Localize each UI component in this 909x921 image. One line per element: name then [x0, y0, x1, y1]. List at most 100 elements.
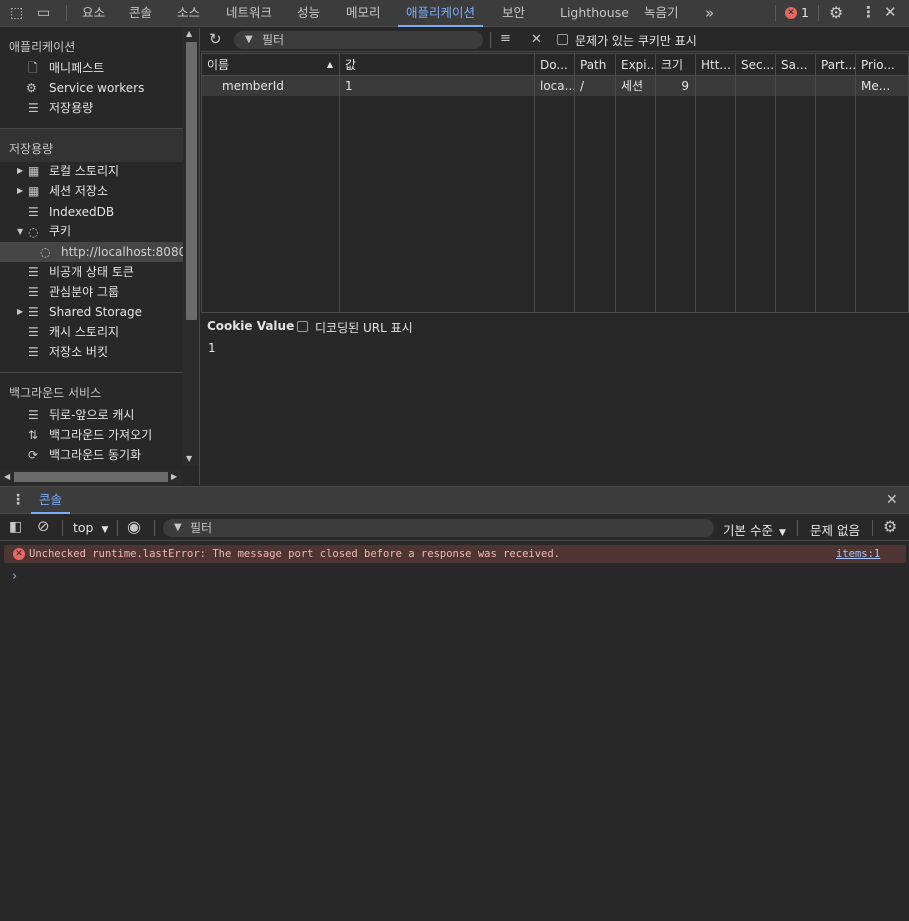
error-source-link[interactable]: items:1 [836, 545, 880, 563]
cell-expires[interactable]: 세션 [616, 76, 656, 96]
console-prompt-icon[interactable]: › [12, 569, 17, 584]
context-selector[interactable]: top ▼ [73, 520, 108, 535]
toolbar-divider [775, 5, 776, 21]
cell-size[interactable]: 9 [656, 76, 696, 96]
console-settings-gear-icon[interactable]: ⚙ [883, 519, 897, 535]
cell-samesite[interactable] [776, 76, 816, 96]
drawer-menu-icon[interactable]: ⋮ [11, 493, 25, 507]
delete-all-icon[interactable]: ✕ [531, 33, 542, 46]
close-drawer-icon[interactable]: ✕ [886, 493, 898, 507]
database-icon: ☰ [28, 265, 39, 279]
column-header-partition[interactable]: Part... [816, 54, 856, 76]
scroll-up-arrow-icon[interactable]: ▲ [186, 29, 192, 38]
sidebar-item-local-storage[interactable]: 로컬 스토리지 [49, 161, 119, 181]
column-header-name[interactable]: 이름 ▲ [202, 54, 340, 76]
column-header-domain[interactable]: Do... [535, 54, 575, 76]
column-header-path[interactable]: Path [575, 54, 616, 76]
sidebar-item-cookies[interactable]: 쿠키 [49, 221, 71, 241]
only-issues-checkbox[interactable] [557, 34, 568, 45]
filter-placeholder: 필터 [190, 521, 213, 535]
tab-performance[interactable]: 성능 [297, 0, 320, 27]
scroll-right-arrow-icon[interactable]: ▶ [171, 472, 177, 481]
sidebar-item-bfcache[interactable]: 뒤로-앞으로 캐시 [49, 405, 134, 425]
expand-arrow-icon[interactable]: ▶ [17, 302, 23, 322]
tab-lighthouse[interactable]: Lighthouse [560, 0, 629, 27]
collapse-arrow-icon[interactable]: ▼ [17, 222, 23, 242]
issues-counter[interactable]: 문제 없음 [810, 520, 860, 539]
sidebar-item-cookie-origin[interactable]: http://localhost:8080 [61, 242, 186, 262]
live-expression-eye-icon[interactable]: ◉ [127, 519, 141, 535]
column-header-expires[interactable]: Expi... [616, 54, 656, 76]
section-storage-heading[interactable]: 저장용량 [9, 140, 53, 157]
settings-gear-icon[interactable]: ⚙ [829, 5, 843, 21]
sidebar-horizontal-scrollbar[interactable]: ◀ ▶ [0, 469, 183, 485]
clear-filtered-icon[interactable]: ≡ [500, 32, 511, 45]
console-filter-input[interactable]: ▼ 필터 [163, 519, 714, 537]
console-error-message[interactable]: ✕ Unchecked runtime.lastError: The messa… [4, 545, 906, 563]
tab-recorder[interactable]: 녹음기 [644, 0, 679, 27]
column-divider [534, 96, 535, 312]
sidebar-item-storage[interactable]: 저장용량 [49, 98, 93, 118]
filter-funnel-icon: ▼ [174, 522, 182, 533]
column-header-priority[interactable]: Prio... [856, 54, 908, 76]
scroll-left-arrow-icon[interactable]: ◀ [4, 472, 10, 481]
cookie-filter-input[interactable]: ▼ 필터 [234, 31, 483, 49]
column-header-size[interactable]: 크기 [656, 54, 696, 76]
column-header-secure[interactable]: Sec... [736, 54, 776, 76]
scroll-down-arrow-icon[interactable]: ▼ [186, 454, 192, 463]
cookie-value-text[interactable]: 1 [208, 341, 216, 355]
cell-partition[interactable] [816, 76, 856, 96]
tab-console[interactable]: 콘솔 [129, 0, 152, 27]
sidebar-item-manifest[interactable]: 매니페스트 [49, 58, 104, 78]
close-devtools-icon[interactable]: ✕ [884, 5, 897, 20]
cell-secure[interactable] [736, 76, 776, 96]
sidebar-toggle-icon[interactable]: ◧ [9, 520, 22, 534]
more-tabs-button[interactable]: » [705, 0, 714, 27]
drawer-tab-console[interactable]: 콘솔 [31, 487, 71, 514]
expand-arrow-icon[interactable]: ▶ [17, 161, 23, 181]
cookies-toolbar: ↻ ▼ 필터 ≡ ✕ 문제가 있는 쿠키만 표시 [201, 28, 909, 52]
more-options-icon[interactable]: ⋮ [861, 5, 876, 20]
sidebar-item-background-sync[interactable]: 백그라운드 동기화 [49, 445, 141, 465]
tab-network[interactable]: 네트워크 [226, 0, 272, 27]
scrollbar-thumb[interactable] [14, 472, 168, 482]
column-header-httponly[interactable]: Htt... [696, 54, 736, 76]
tab-elements[interactable]: 요소 [82, 0, 105, 27]
cell-path[interactable]: / [575, 76, 616, 96]
sidebar-item-interest-groups[interactable]: 관심분야 그룹 [49, 282, 119, 302]
cell-value[interactable]: 1 [340, 76, 535, 96]
refresh-icon[interactable]: ↻ [209, 32, 222, 47]
tab-sources[interactable]: 소스 [177, 0, 200, 27]
decode-url-checkbox[interactable] [297, 321, 308, 332]
column-header-value[interactable]: 값 [340, 54, 535, 76]
section-background-services-heading: 백그라운드 서비스 [9, 386, 102, 400]
sidebar-item-service-workers[interactable]: Service workers [49, 78, 144, 98]
inspect-element-icon[interactable]: ⬚ [10, 6, 23, 20]
cell-domain[interactable]: loca... [535, 76, 575, 96]
tab-application[interactable]: 애플리케이션 [398, 0, 484, 27]
sidebar-vertical-scrollbar[interactable]: ▲ ▼ [183, 28, 199, 465]
drawer-tab-bar: ⋮ 콘솔 ✕ [0, 487, 909, 514]
sidebar-item-indexeddb[interactable]: IndexedDB [49, 202, 114, 222]
sidebar-item-storage-buckets[interactable]: 저장소 버킷 [49, 342, 108, 362]
column-divider [815, 96, 816, 312]
sidebar-item-private-state-tokens[interactable]: 비공개 상태 토큰 [49, 262, 134, 282]
column-header-samesite[interactable]: Sa... [776, 54, 816, 76]
scrollbar-thumb[interactable] [186, 42, 197, 320]
sidebar-item-shared-storage[interactable]: Shared Storage [49, 302, 142, 322]
sidebar-item-cache-storage[interactable]: 캐시 스토리지 [49, 322, 119, 342]
tab-security[interactable]: 보안 [502, 0, 525, 27]
filter-funnel-icon: ▼ [245, 34, 253, 45]
log-level-dropdown[interactable]: 기본 수준 ▼ [723, 520, 786, 539]
sidebar-item-session-storage[interactable]: 세션 저장소 [49, 181, 108, 201]
sidebar-item-background-fetch[interactable]: 백그라운드 가져오기 [49, 425, 152, 445]
device-toolbar-icon[interactable]: ▭ [37, 6, 50, 20]
cell-httponly[interactable] [696, 76, 736, 96]
error-count[interactable]: 1 [801, 0, 809, 27]
cell-name[interactable]: memberId [202, 76, 340, 96]
clear-console-icon[interactable]: ⊘ [37, 519, 50, 534]
expand-arrow-icon[interactable]: ▶ [17, 181, 23, 201]
error-icon[interactable]: ✕ [785, 7, 797, 19]
cell-priority[interactable]: Me... [856, 76, 908, 96]
tab-memory[interactable]: 메모리 [346, 0, 381, 27]
